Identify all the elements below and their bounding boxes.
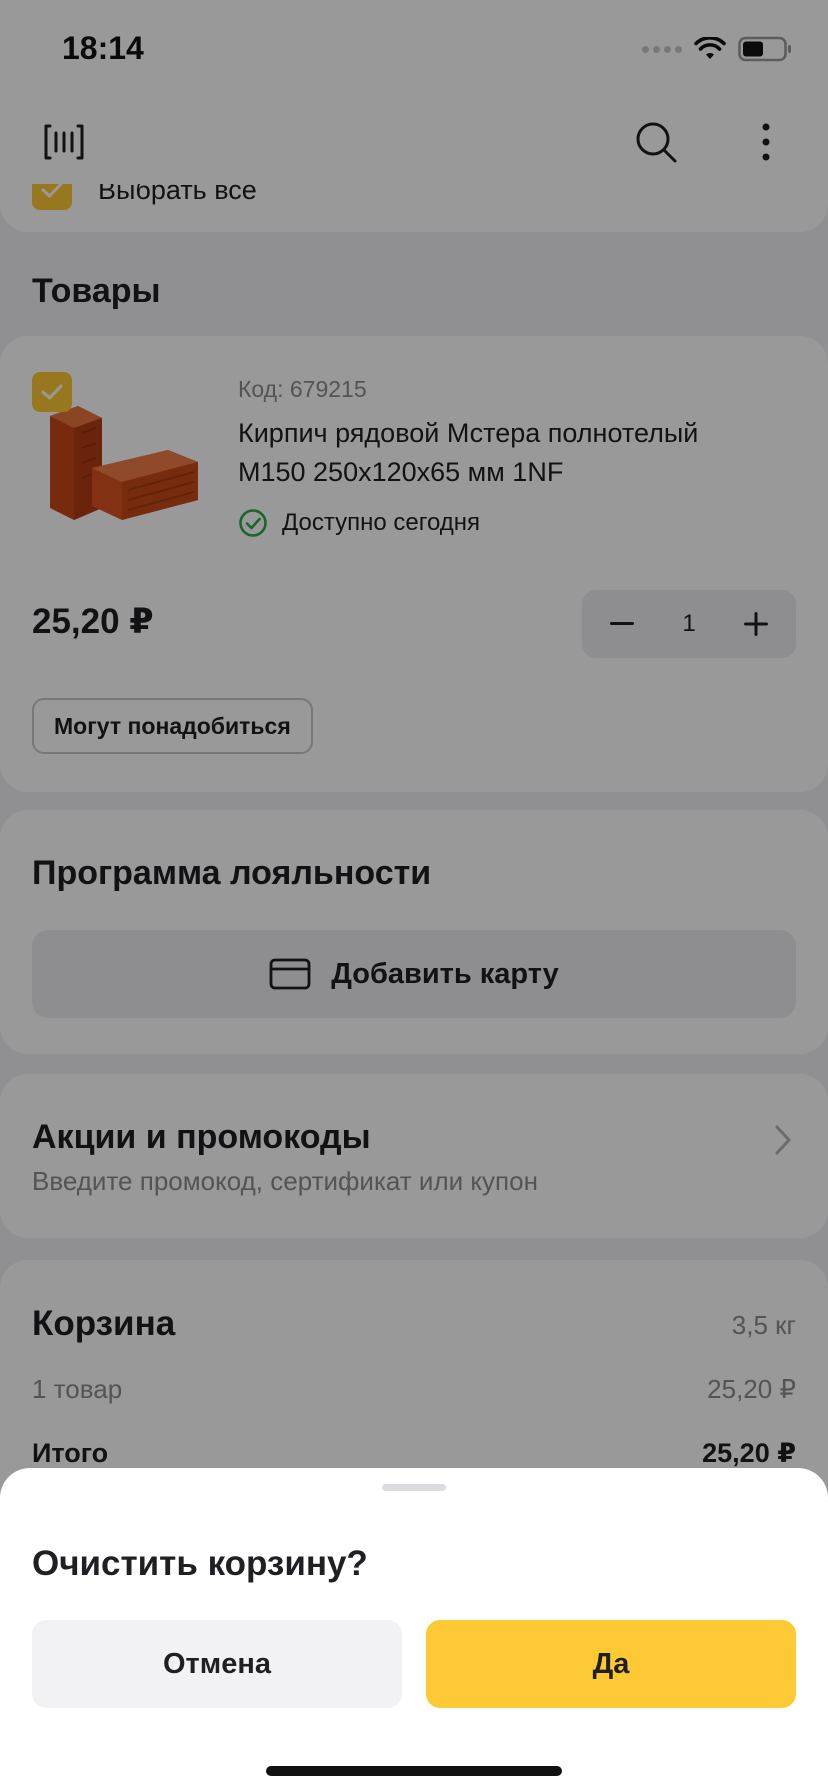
sheet-grabber[interactable] bbox=[382, 1484, 446, 1491]
cancel-button[interactable]: Отмена bbox=[32, 1620, 402, 1708]
clear-cart-sheet: Очистить корзину? Отмена Да bbox=[0, 1468, 828, 1792]
home-indicator bbox=[266, 1766, 562, 1776]
cart-screen: 18:14 Выбрать все Товары Код: 679215 Кир… bbox=[0, 0, 828, 1792]
confirm-button[interactable]: Да bbox=[426, 1620, 796, 1708]
sheet-title: Очистить корзину? bbox=[32, 1544, 368, 1583]
